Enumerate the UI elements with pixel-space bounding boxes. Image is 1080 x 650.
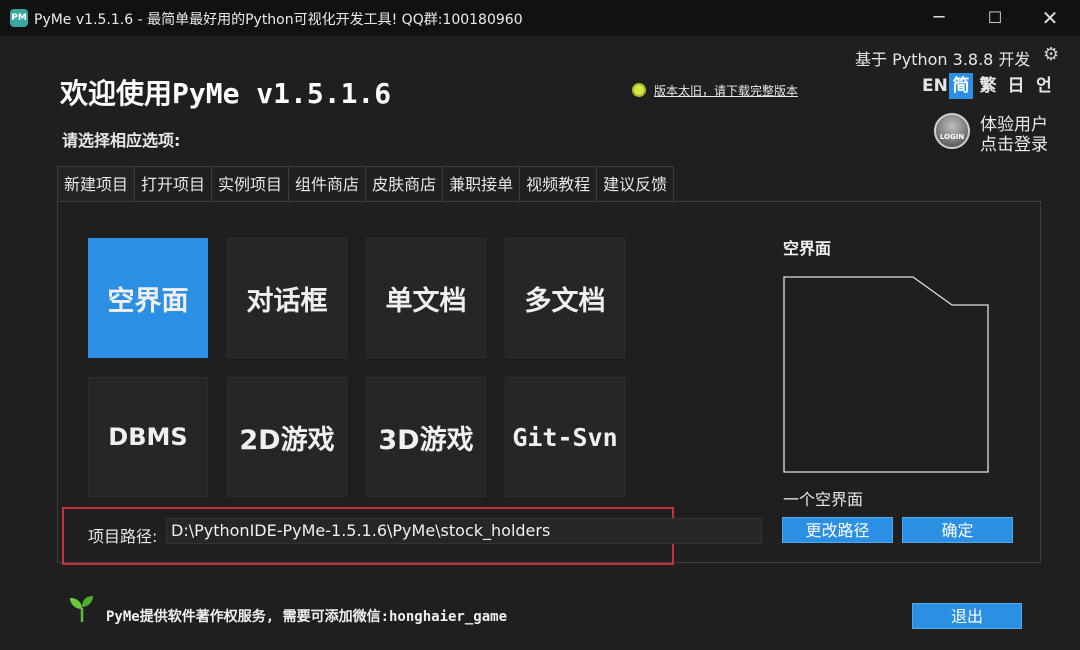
sprout-icon <box>70 596 93 622</box>
preview-description: 一个空界面 <box>783 490 864 509</box>
close-button[interactable]: ✕ <box>1026 0 1074 36</box>
template-dialog[interactable]: 对话框 <box>227 238 347 358</box>
change-path-button[interactable]: 更改路径 <box>782 517 893 543</box>
tab-skin-store[interactable]: 皮肤商店 <box>365 166 444 201</box>
tab-example-projects[interactable]: 实例项目 <box>211 166 290 201</box>
template-multi-document[interactable]: 多文档 <box>505 238 625 358</box>
maximize-button[interactable]: ☐ <box>971 0 1019 36</box>
login-link[interactable]: 点击登录 <box>980 130 1048 155</box>
path-label: 项目路径: <box>88 527 158 546</box>
python-version-label: 基于 Python 3.8.8 开发 <box>855 50 1031 69</box>
tab-open-project[interactable]: 打开项目 <box>134 166 213 201</box>
template-empty-window[interactable]: 空界面 <box>88 238 208 358</box>
update-notice-link[interactable]: 版本太旧，请下载完整版本 <box>654 82 798 99</box>
login-avatar-icon[interactable]: LOGIN <box>934 113 970 149</box>
avatar-label: LOGIN <box>939 133 965 141</box>
tab-feedback[interactable]: 建议反馈 <box>596 166 675 201</box>
preview-window-icon <box>783 276 989 473</box>
title-bar: PM PyMe v1.5.1.6 - 最简单最好用的Python可视化开发工具!… <box>0 0 1080 36</box>
lang-ja-button[interactable]: 日 <box>1004 73 1028 99</box>
footer-copyright-notice: PyMe提供软件著作权服务, 需要可添加微信:honghaier_game <box>106 609 508 625</box>
welcome-title: 欢迎使用PyMe v1.5.1.6 <box>60 77 392 110</box>
gear-icon[interactable]: ⚙ <box>1043 44 1059 65</box>
window-title: PyMe v1.5.1.6 - 最简单最好用的Python可视化开发工具! QQ… <box>34 12 523 28</box>
lang-en-button[interactable]: EN <box>922 73 948 99</box>
template-dbms[interactable]: DBMS <box>88 377 208 497</box>
exit-button[interactable]: 退出 <box>912 603 1022 629</box>
template-2d-game[interactable]: 2D游戏 <box>227 377 347 497</box>
template-3d-game[interactable]: 3D游戏 <box>366 377 486 497</box>
tab-new-project[interactable]: 新建项目 <box>57 166 136 203</box>
template-git-svn[interactable]: Git-Svn <box>505 377 625 497</box>
template-single-document[interactable]: 单文档 <box>366 238 486 358</box>
tab-freelance[interactable]: 兼职接单 <box>442 166 521 201</box>
lang-ko-button[interactable]: 언 <box>1032 73 1056 99</box>
pyme-logo-icon: PM <box>10 9 28 27</box>
lang-zh-hant-button[interactable]: 繁 <box>976 73 1000 99</box>
lang-zh-hans-button[interactable]: 简 <box>949 73 973 99</box>
tab-bar: 新建项目 打开项目 实例项目 组件商店 皮肤商店 兼职接单 视频教程 建议反馈 <box>57 166 675 203</box>
confirm-button[interactable]: 确定 <box>902 517 1013 543</box>
select-prompt: 请选择相应选项: <box>62 131 181 150</box>
notice-icon <box>632 83 646 97</box>
minimize-button[interactable]: ─ <box>915 0 963 36</box>
tab-video-tutorials[interactable]: 视频教程 <box>519 166 598 201</box>
project-path-input[interactable]: D:\PythonIDE-PyMe-1.5.1.6\PyMe\stock_hol… <box>166 518 762 544</box>
preview-title: 空界面 <box>783 239 832 258</box>
tab-component-store[interactable]: 组件商店 <box>288 166 367 201</box>
